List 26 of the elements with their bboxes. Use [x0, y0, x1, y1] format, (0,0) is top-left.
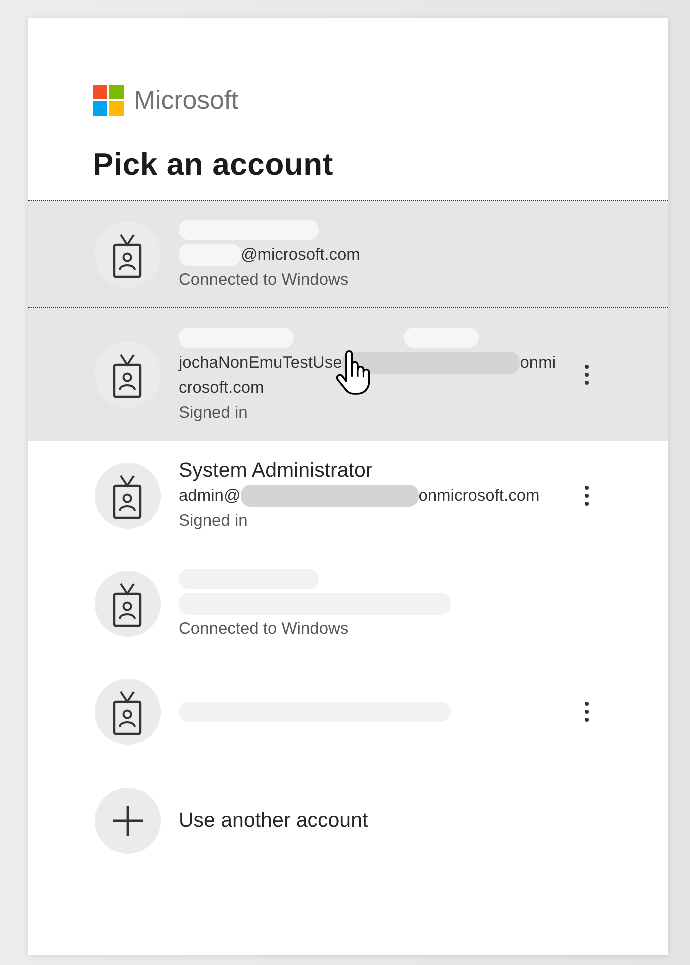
- account-row[interactable]: System Administrator admin@ onmicrosoft.com Signed in: [28, 441, 668, 549]
- account-email: jochaNonEmuTestUse: [179, 352, 342, 374]
- account-email: onmi: [520, 352, 556, 374]
- account-email: admin@: [179, 486, 241, 506]
- account-status: Signed in: [179, 402, 248, 424]
- id-badge-icon: [95, 462, 161, 528]
- account-email: @microsoft.com: [241, 244, 360, 266]
- id-badge-icon: [95, 570, 161, 636]
- use-another-account-option[interactable]: Use another account: [28, 765, 668, 874]
- account-name: System Administrator: [179, 460, 373, 482]
- four-square-logo-icon: [93, 85, 124, 116]
- plus-icon: [95, 788, 161, 854]
- account-status: Connected to Windows: [179, 618, 349, 640]
- more-options-icon[interactable]: [584, 700, 590, 722]
- account-row[interactable]: jochaNonEmuTestUse onmi crosoft.com Signed in: [28, 308, 668, 441]
- account-email: onmicrosoft.com: [418, 486, 540, 506]
- brand-name: Microsoft: [134, 85, 239, 116]
- account-status: Signed in: [179, 510, 248, 532]
- id-badge-icon: [95, 678, 161, 744]
- more-options-icon[interactable]: [584, 364, 590, 386]
- account-row[interactable]: Connected to Windows: [28, 549, 668, 657]
- page-title: Pick an account: [93, 147, 334, 183]
- more-options-icon[interactable]: [584, 484, 590, 506]
- account-email: crosoft.com: [179, 378, 264, 398]
- account-status: Connected to Windows: [179, 270, 349, 290]
- account-row[interactable]: @microsoft.com Connected to Windows: [28, 200, 668, 308]
